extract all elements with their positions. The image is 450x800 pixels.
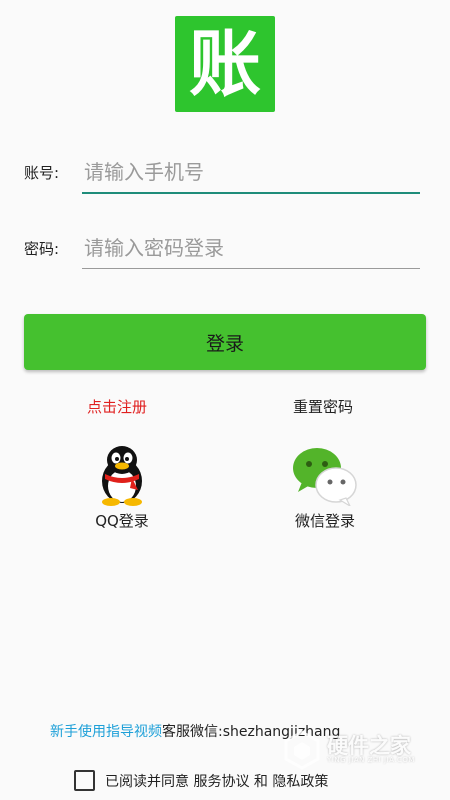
register-link[interactable]: 点击注册 — [87, 396, 147, 417]
and-text: 和 — [253, 773, 268, 790]
site-watermark: 硬件之家 YING JIAN ZHI JIA.COM — [283, 728, 433, 772]
qq-penguin-icon — [62, 444, 182, 506]
password-row: 密码: — [24, 228, 420, 272]
reset-password-link[interactable]: 重置密码 — [293, 396, 353, 417]
account-label: 账号: — [24, 164, 60, 182]
hexagon-icon — [284, 730, 320, 770]
agreement-row: 已阅读并同意 服务协议 和 隐私政策 — [74, 770, 328, 791]
wechat-login-button[interactable]: 微信登录 — [265, 444, 385, 531]
phone-input[interactable] — [82, 152, 420, 194]
wechat-login-label: 微信登录 — [294, 512, 355, 530]
wechat-icon — [265, 444, 385, 508]
agree-prefix: 已阅读并同意 — [105, 773, 189, 790]
password-label: 密码: — [24, 240, 60, 258]
qq-login-button[interactable]: QQ登录 — [62, 444, 182, 531]
login-button[interactable]: 登录 — [24, 314, 426, 370]
account-row: 账号: — [24, 152, 420, 196]
agree-checkbox[interactable] — [74, 770, 95, 791]
logo-text: 账 — [188, 21, 261, 106]
password-input[interactable] — [82, 228, 420, 269]
qq-login-label: QQ登录 — [95, 512, 149, 530]
privacy-policy-link[interactable]: 隐私政策 — [272, 771, 328, 791]
app-logo: 账 — [175, 16, 275, 112]
guide-video-link[interactable]: 新手使用指导视频 — [50, 724, 162, 740]
watermark-subtitle: YING JIAN ZHI JIA.COM — [327, 756, 415, 764]
service-agreement-link[interactable]: 服务协议 — [193, 771, 249, 791]
